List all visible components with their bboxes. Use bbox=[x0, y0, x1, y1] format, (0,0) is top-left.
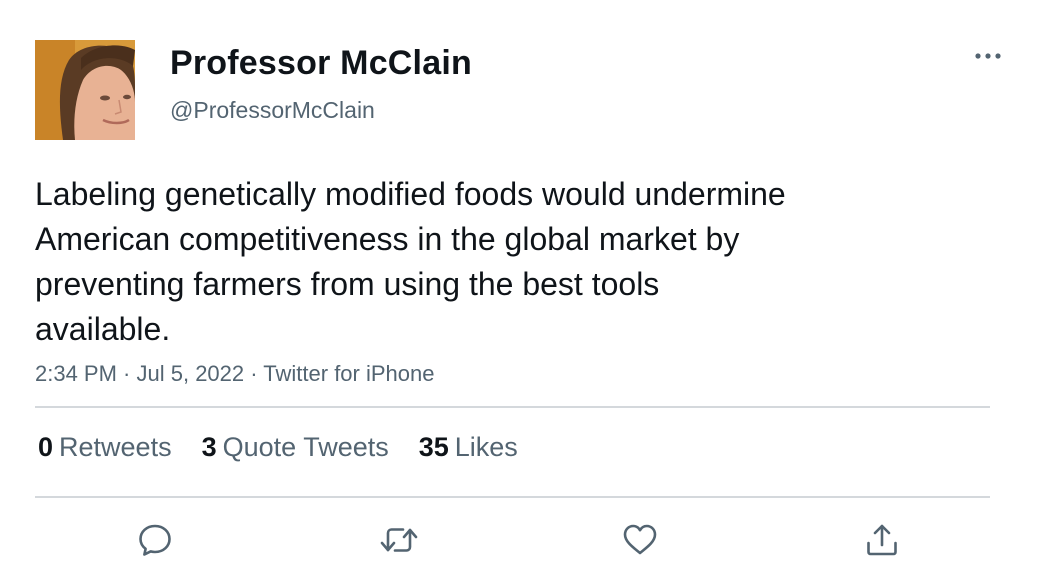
retweets-label: Retweets bbox=[59, 432, 172, 462]
avatar-photo bbox=[35, 40, 135, 140]
quote-tweets-stat[interactable]: 3 Quote Tweets bbox=[202, 432, 389, 463]
tweet-text-line: Labeling genetically modified foods woul… bbox=[35, 176, 786, 212]
tweet-text-line: preventing farmers from using the best t… bbox=[35, 266, 660, 302]
tweet-text-line: American competitiveness in the global m… bbox=[35, 221, 740, 257]
tweet-metadata: 2:34 PM · Jul 5, 2022 · Twitter for iPho… bbox=[35, 361, 434, 387]
retweet-arrows-icon bbox=[380, 528, 418, 552]
heart-icon bbox=[623, 524, 657, 555]
retweet-button[interactable] bbox=[374, 515, 424, 565]
quote-tweets-label: Quote Tweets bbox=[222, 432, 389, 462]
separator: · bbox=[244, 361, 264, 386]
tweet-time-link[interactable]: 2:34 PM · Jul 5, 2022 bbox=[35, 361, 244, 386]
more-button[interactable] bbox=[966, 40, 1010, 72]
likes-stat[interactable]: 35 Likes bbox=[419, 432, 518, 463]
reply-bubble-icon bbox=[139, 524, 171, 556]
likes-count: 35 bbox=[418, 432, 449, 462]
quote-tweets-count: 3 bbox=[201, 432, 217, 462]
retweets-stat[interactable]: 0 Retweets bbox=[38, 432, 172, 463]
display-name[interactable]: Professor McClain bbox=[170, 44, 472, 83]
tweet-text: Labeling genetically modified foods woul… bbox=[35, 172, 895, 352]
share-upload-icon bbox=[867, 524, 897, 556]
tweet-date: Jul 5, 2022 bbox=[136, 361, 245, 386]
more-horizontal-icon bbox=[975, 53, 1001, 59]
user-handle[interactable]: @ProfessorMcClain bbox=[170, 97, 375, 124]
tweet-source-link[interactable]: Twitter for iPhone bbox=[263, 361, 434, 386]
likes-label: Likes bbox=[454, 432, 518, 462]
reply-button[interactable] bbox=[130, 515, 180, 565]
divider bbox=[35, 406, 990, 408]
divider bbox=[35, 496, 990, 498]
avatar[interactable] bbox=[35, 40, 135, 140]
like-button[interactable] bbox=[615, 515, 665, 565]
separator: · bbox=[116, 361, 137, 386]
tweet-text-line: available. bbox=[35, 311, 171, 347]
tweet-time: 2:34 PM bbox=[35, 361, 117, 386]
engagement-stats: 0 Retweets 3 Quote Tweets 35 Likes bbox=[38, 432, 518, 463]
share-button[interactable] bbox=[857, 515, 907, 565]
retweets-count: 0 bbox=[38, 432, 54, 462]
